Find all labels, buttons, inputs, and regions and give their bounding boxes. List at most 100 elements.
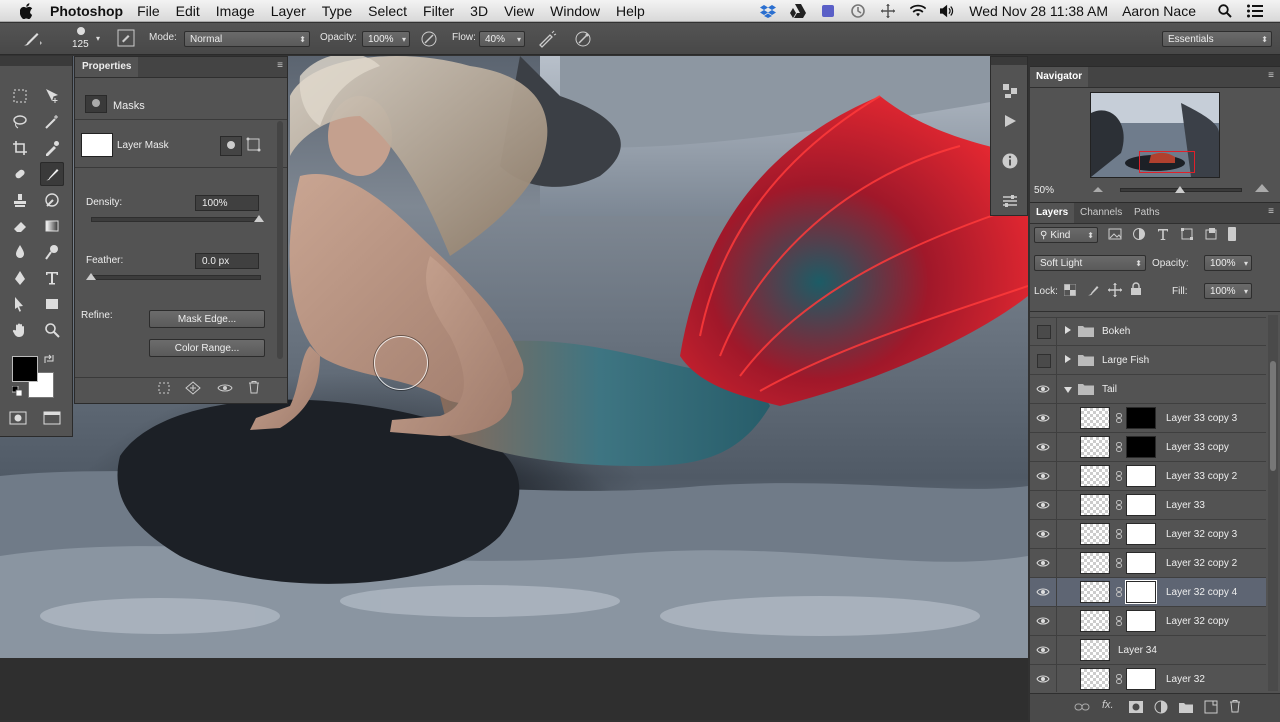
- disclosure-closed-icon[interactable]: [1065, 326, 1071, 334]
- app-square-icon[interactable]: [820, 3, 836, 19]
- layer-thumbnail[interactable]: [1080, 436, 1110, 458]
- layers-scrollbar[interactable]: [1268, 315, 1278, 691]
- feather-slider-thumb[interactable]: [86, 273, 96, 280]
- move-tool-icon[interactable]: [40, 84, 64, 108]
- filter-pixel-icon[interactable]: [1108, 227, 1122, 244]
- type-tool-icon[interactable]: [40, 266, 64, 290]
- move-cross-icon[interactable]: [880, 3, 896, 19]
- layer-group-row[interactable]: Large Fish: [1030, 346, 1266, 375]
- navigator-preview[interactable]: [1090, 92, 1220, 178]
- app-name[interactable]: Photoshop: [50, 3, 123, 19]
- panel-grip[interactable]: [0, 56, 72, 66]
- visibility-eye-icon[interactable]: [1036, 470, 1050, 482]
- blur-tool-icon[interactable]: [8, 240, 32, 264]
- visibility-eye-icon[interactable]: [1036, 528, 1050, 540]
- visibility-eye-icon[interactable]: [1036, 383, 1050, 395]
- filter-adjustment-icon[interactable]: [1132, 227, 1146, 244]
- layer-mask-thumbnail[interactable]: [1126, 465, 1156, 487]
- link-chain-icon[interactable]: [1116, 471, 1122, 481]
- delete-mask-icon[interactable]: [247, 380, 261, 397]
- mask-edge-button[interactable]: Mask Edge...: [149, 310, 265, 328]
- lock-all-icon[interactable]: [1130, 282, 1142, 299]
- mode-dropdown[interactable]: Normal ⬍: [184, 31, 310, 47]
- layer-mask-thumbnail[interactable]: [1125, 580, 1157, 604]
- link-chain-icon[interactable]: [1116, 529, 1122, 539]
- layer-group-row[interactable]: Tail: [1030, 375, 1266, 404]
- delete-layer-icon[interactable]: [1228, 699, 1242, 716]
- time-machine-icon[interactable]: [850, 3, 866, 19]
- layer-mask-thumbnail[interactable]: [1126, 407, 1156, 429]
- filter-type-icon[interactable]: [1156, 227, 1170, 244]
- layer-thumbnail[interactable]: [1080, 581, 1110, 603]
- filter-kind-dropdown[interactable]: ⚲ Kind ⬍: [1034, 227, 1098, 243]
- brush-panel-toggle-icon[interactable]: [117, 29, 135, 50]
- color-range-button[interactable]: Color Range...: [149, 339, 265, 357]
- menu-layer[interactable]: Layer: [271, 3, 306, 19]
- add-mask-icon[interactable]: [1128, 700, 1144, 717]
- link-chain-icon[interactable]: [1116, 442, 1122, 452]
- menu-filter[interactable]: Filter: [423, 3, 454, 19]
- layer-mask-thumbnail[interactable]: [1126, 436, 1156, 458]
- visibility-toggle-empty[interactable]: [1037, 325, 1051, 339]
- airbrush-icon[interactable]: [537, 30, 557, 51]
- table-row[interactable]: Layer 32 copy 3: [1030, 520, 1266, 549]
- drive-icon[interactable]: [790, 3, 807, 19]
- layer-group-row[interactable]: Bokeh: [1030, 317, 1266, 346]
- density-slider-thumb[interactable]: [254, 215, 264, 222]
- visibility-toggle-empty[interactable]: [1037, 354, 1051, 368]
- quick-mask-icon[interactable]: [6, 406, 30, 430]
- lasso-tool-icon[interactable]: [8, 110, 32, 134]
- density-field[interactable]: 100%: [195, 195, 259, 211]
- brush-tool-preset-icon[interactable]: [20, 29, 44, 52]
- layer-mask-thumbnail[interactable]: [1126, 668, 1156, 690]
- visibility-eye-icon[interactable]: [1036, 557, 1050, 569]
- visibility-eye-icon[interactable]: [1036, 441, 1050, 453]
- gradient-tool-icon[interactable]: [40, 214, 64, 238]
- tab-navigator[interactable]: Navigator: [1030, 67, 1089, 87]
- panel-menu-icon[interactable]: ≡: [1268, 206, 1274, 217]
- menu-window[interactable]: Window: [550, 3, 600, 19]
- marquee-tool-icon[interactable]: [8, 84, 32, 108]
- volume-icon[interactable]: [940, 3, 956, 19]
- pressure-opacity-icon[interactable]: [420, 30, 438, 51]
- apply-mask-icon[interactable]: [185, 381, 201, 398]
- zoom-slider-thumb[interactable]: [1175, 186, 1185, 193]
- menu-type[interactable]: Type: [322, 3, 352, 19]
- screen-mode-icon[interactable]: [40, 406, 64, 430]
- table-row[interactable]: Layer 32 copy 2: [1030, 549, 1266, 578]
- path-selection-tool-icon[interactable]: [8, 292, 32, 316]
- layer-mask-thumbnail[interactable]: [81, 133, 113, 157]
- menu-view[interactable]: View: [504, 3, 534, 19]
- layer-opacity-field[interactable]: 100% ▾: [1204, 255, 1252, 271]
- link-chain-icon[interactable]: [1116, 413, 1122, 423]
- workspace-dropdown[interactable]: Essentials ⬍: [1162, 31, 1272, 47]
- brush-size-picker[interactable]: 125 ▾: [68, 26, 104, 52]
- tab-channels[interactable]: Channels: [1074, 203, 1128, 223]
- layer-mask-thumbnail[interactable]: [1126, 610, 1156, 632]
- pressure-size-icon[interactable]: [574, 30, 592, 51]
- new-group-icon[interactable]: [1178, 700, 1194, 717]
- layer-mask-thumbnail[interactable]: [1126, 494, 1156, 516]
- panel-grip[interactable]: [991, 57, 1027, 65]
- pen-tool-icon[interactable]: [8, 266, 32, 290]
- navigator-view-box[interactable]: [1139, 151, 1195, 173]
- layer-thumbnail[interactable]: [1080, 552, 1110, 574]
- magic-wand-tool-icon[interactable]: [40, 110, 64, 134]
- menu-select[interactable]: Select: [368, 3, 407, 19]
- tab-properties[interactable]: Properties: [75, 57, 139, 77]
- spotlight-search-icon[interactable]: [1217, 3, 1233, 19]
- feather-slider-track[interactable]: [91, 275, 261, 280]
- crop-tool-icon[interactable]: [8, 136, 32, 160]
- visibility-eye-icon[interactable]: [1036, 586, 1050, 598]
- user-name[interactable]: Aaron Nace: [1122, 3, 1196, 19]
- visibility-eye-icon[interactable]: [217, 381, 233, 398]
- actions-play-icon[interactable]: [998, 109, 1022, 133]
- table-row[interactable]: Layer 32 copy 4: [1030, 578, 1266, 607]
- disclosure-open-icon[interactable]: [1064, 387, 1072, 393]
- history-brush-tool-icon[interactable]: [40, 188, 64, 212]
- tab-layers[interactable]: Layers: [1030, 203, 1075, 223]
- dropbox-icon[interactable]: [760, 3, 777, 19]
- load-selection-icon[interactable]: [157, 381, 171, 398]
- flow-field[interactable]: 40% ▾: [479, 31, 525, 47]
- wifi-icon[interactable]: [910, 3, 927, 19]
